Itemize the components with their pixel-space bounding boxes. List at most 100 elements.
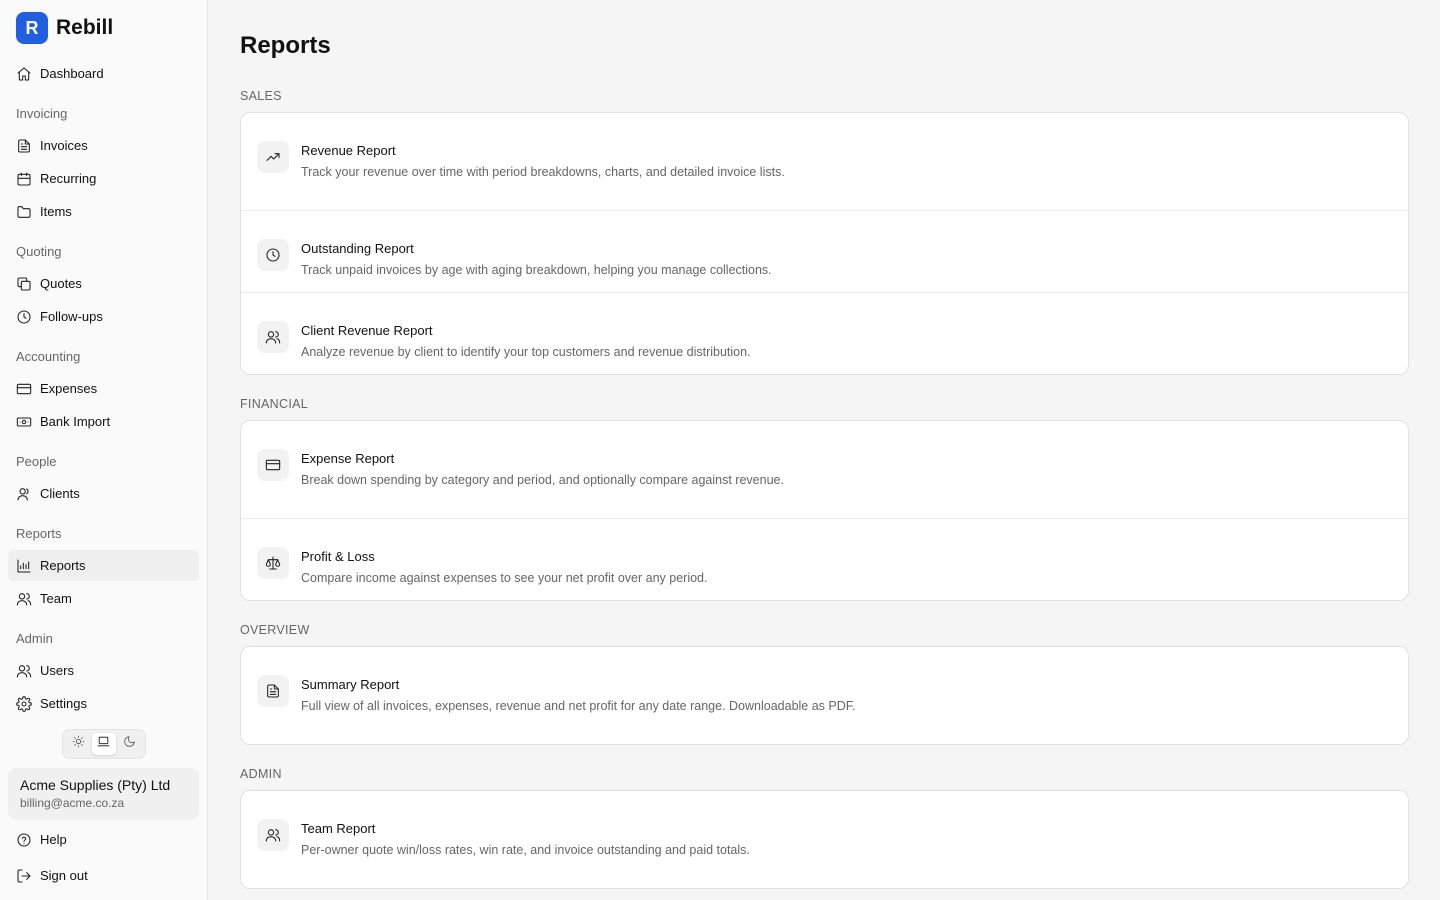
scale-icon (257, 547, 289, 579)
report-title: Outstanding Report (301, 241, 414, 256)
sidebar: R Rebill Dashboard Invoicing Invoices Re… (0, 0, 208, 900)
sidebar-item-quotes[interactable]: Quotes (8, 268, 199, 299)
theme-system-button[interactable] (91, 733, 116, 755)
report-title: Expense Report (301, 451, 395, 466)
account-email: billing@acme.co.za (20, 796, 125, 810)
calendar-icon (16, 171, 32, 187)
report-title: Summary Report (301, 677, 400, 692)
clock-icon (257, 239, 289, 271)
report-row-client-revenue[interactable]: Client Revenue Report Analyze revenue by… (241, 292, 1408, 374)
sidebar-item-label: Settings (40, 696, 87, 711)
banknote-icon (16, 414, 32, 430)
section-label-overview: OVERVIEW (240, 623, 310, 637)
report-card-sales: Revenue Report Track your revenue over t… (240, 112, 1409, 375)
sidebar-item-label: Recurring (40, 171, 97, 186)
sidebar-item-clients[interactable]: Clients (8, 478, 199, 509)
sidebar-item-label: Team (40, 591, 72, 606)
sidebar-item-label: Bank Import (40, 414, 111, 429)
brand-name: Rebill (56, 16, 114, 39)
report-description: Compare income against expenses to see y… (301, 571, 708, 585)
main-content: Reports SALES Revenue Report Track your … (208, 0, 1440, 900)
sidebar-item-label: Items (40, 204, 72, 219)
home-icon (16, 66, 32, 82)
theme-toggle (62, 729, 146, 759)
brand-logo: R (16, 12, 48, 44)
sidebar-item-label: Reports (40, 558, 86, 573)
help-circle-icon (16, 832, 32, 848)
sidebar-item-label: Follow-ups (40, 309, 103, 324)
sidebar-item-label: Clients (40, 486, 80, 501)
account-name: Acme Supplies (Pty) Ltd (20, 777, 171, 793)
sidebar-item-label: Users (40, 663, 74, 678)
credit-card-icon (257, 449, 289, 481)
report-row-outstanding[interactable]: Outstanding Report Track unpaid invoices… (241, 210, 1408, 292)
sun-icon (72, 735, 85, 753)
report-description: Full view of all invoices, expenses, rev… (301, 699, 856, 713)
brand[interactable]: R Rebill (8, 12, 199, 44)
report-card-overview: Summary Report Full view of all invoices… (240, 646, 1409, 745)
bar-chart-icon (16, 558, 32, 574)
user-icon (16, 486, 32, 502)
sidebar-item-sign-out[interactable]: Sign out (8, 860, 199, 891)
sidebar-item-label: Invoices (40, 138, 88, 153)
sidebar-item-dashboard[interactable]: Dashboard (8, 58, 199, 89)
sidebar-item-bank-import[interactable]: Bank Import (8, 406, 199, 437)
report-description: Analyze revenue by client to identify yo… (301, 345, 751, 359)
sidebar-item-recurring[interactable]: Recurring (8, 163, 199, 194)
theme-light-button[interactable] (67, 733, 91, 755)
report-row-summary[interactable]: Summary Report Full view of all invoices… (241, 647, 1408, 744)
copy-icon (16, 276, 32, 292)
report-title: Client Revenue Report (301, 323, 433, 338)
sidebar-item-team[interactable]: Team (8, 583, 199, 614)
report-card-admin: Team Report Per-owner quote win/loss rat… (240, 790, 1409, 889)
sidebar-item-invoices[interactable]: Invoices (8, 130, 199, 161)
report-row-expense[interactable]: Expense Report Break down spending by ca… (241, 421, 1408, 518)
folder-icon (16, 204, 32, 220)
report-title: Revenue Report (301, 143, 396, 158)
report-row-revenue[interactable]: Revenue Report Track your revenue over t… (241, 113, 1408, 210)
sidebar-item-label: Dashboard (40, 66, 104, 81)
file-text-icon (16, 138, 32, 154)
bottom-nav-signout: Sign out (8, 860, 199, 893)
users-icon (16, 591, 32, 607)
nav-group-reports: Reports (16, 526, 62, 541)
nav-group-accounting: Accounting (16, 349, 81, 364)
section-label-financial: FINANCIAL (240, 397, 308, 411)
nav-group-invoicing: Invoicing (16, 106, 68, 121)
nav-group-admin: Admin (16, 631, 53, 646)
laptop-icon (97, 735, 110, 753)
sidebar-item-label: Expenses (40, 381, 98, 396)
moon-icon (123, 735, 136, 753)
sidebar-item-settings[interactable]: Settings (8, 688, 199, 719)
page-title: Reports (240, 32, 331, 59)
report-description: Track unpaid invoices by age with aging … (301, 263, 772, 277)
sidebar-item-label: Help (40, 832, 67, 847)
log-out-icon (16, 868, 32, 884)
sidebar-item-reports[interactable]: Reports (8, 550, 199, 581)
nav-group-people: People (16, 454, 57, 469)
sidebar-item-users[interactable]: Users (8, 655, 199, 686)
report-row-team[interactable]: Team Report Per-owner quote win/loss rat… (241, 791, 1408, 888)
section-label-sales: SALES (240, 89, 282, 103)
report-description: Break down spending by category and peri… (301, 473, 784, 487)
sidebar-item-expenses[interactable]: Expenses (8, 373, 199, 404)
file-text-icon (257, 675, 289, 707)
account-card[interactable]: Acme Supplies (Pty) Ltd billing@acme.co.… (8, 768, 199, 820)
trending-up-icon (257, 141, 289, 173)
report-title: Team Report (301, 821, 376, 836)
gear-icon (16, 695, 32, 712)
report-row-profit-loss[interactable]: Profit & Loss Compare income against exp… (241, 518, 1408, 600)
sidebar-item-label: Sign out (40, 868, 88, 883)
sidebar-item-follow-ups[interactable]: Follow-ups (8, 301, 199, 332)
bottom-nav: Help (8, 824, 199, 857)
clock-icon (16, 309, 32, 325)
theme-dark-button[interactable] (117, 733, 141, 755)
report-title: Profit & Loss (301, 549, 375, 564)
sidebar-item-items[interactable]: Items (8, 196, 199, 227)
sidebar-item-help[interactable]: Help (8, 824, 199, 855)
sidebar-item-label: Quotes (40, 276, 82, 291)
report-card-financial: Expense Report Break down spending by ca… (240, 420, 1409, 601)
report-description: Track your revenue over time with period… (301, 165, 785, 179)
users-icon (16, 663, 32, 679)
users-icon (257, 321, 289, 353)
